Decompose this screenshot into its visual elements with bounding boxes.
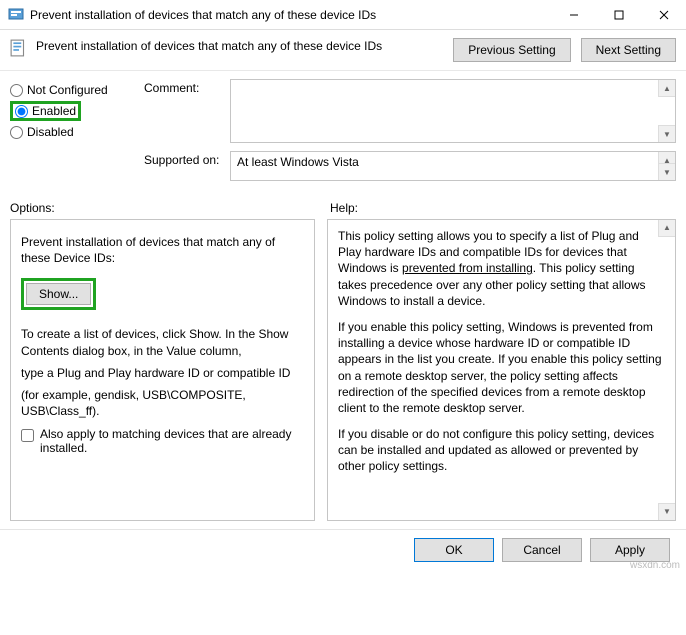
- help-paragraph-1: This policy setting allows you to specif…: [338, 228, 665, 309]
- previous-setting-button[interactable]: Previous Setting: [453, 38, 570, 62]
- options-heading: Prevent installation of devices that mat…: [21, 234, 304, 266]
- scroll-up-icon[interactable]: ▲: [658, 220, 675, 237]
- also-apply-checkbox-row[interactable]: Also apply to matching devices that are …: [21, 427, 304, 455]
- supported-on-field: At least Windows Vista ▲ ▼: [230, 151, 676, 181]
- ok-button[interactable]: OK: [414, 538, 494, 562]
- scroll-down-icon[interactable]: ▼: [658, 125, 675, 142]
- minimize-button[interactable]: [551, 0, 596, 30]
- gpo-icon: [8, 7, 24, 23]
- comment-label: Comment:: [144, 79, 230, 95]
- scroll-down-icon[interactable]: ▼: [658, 503, 675, 520]
- window-title: Prevent installation of devices that mat…: [30, 8, 551, 22]
- radio-not-configured-label: Not Configured: [27, 83, 108, 97]
- radio-enabled[interactable]: Enabled: [10, 101, 81, 121]
- dialog-footer: OK Cancel Apply: [0, 529, 686, 570]
- help-text-underline: prevented from installing: [402, 261, 533, 275]
- radio-not-configured-input[interactable]: [10, 84, 23, 97]
- radio-disabled[interactable]: Disabled: [10, 125, 128, 139]
- state-radio-group: Not Configured Enabled Disabled: [10, 79, 128, 189]
- close-button[interactable]: [641, 0, 686, 30]
- radio-disabled-input[interactable]: [10, 126, 23, 139]
- help-paragraph-2: If you enable this policy setting, Windo…: [338, 319, 665, 416]
- options-text-2: type a Plug and Play hardware ID or comp…: [21, 365, 304, 381]
- also-apply-label: Also apply to matching devices that are …: [40, 427, 304, 455]
- policy-icon: [10, 39, 28, 57]
- radio-enabled-input[interactable]: [15, 105, 28, 118]
- next-setting-button[interactable]: Next Setting: [581, 38, 676, 62]
- help-paragraph-3: If you disable or do not configure this …: [338, 426, 665, 475]
- header-title: Prevent installation of devices that mat…: [36, 38, 453, 53]
- options-label: Options:: [10, 201, 330, 215]
- also-apply-checkbox[interactable]: [21, 429, 34, 442]
- supported-on-value: At least Windows Vista: [231, 152, 675, 172]
- supported-on-label: Supported on:: [144, 151, 230, 167]
- apply-button[interactable]: Apply: [590, 538, 670, 562]
- radio-enabled-label: Enabled: [32, 104, 76, 118]
- maximize-button[interactable]: [596, 0, 641, 30]
- scroll-down-icon[interactable]: ▼: [658, 163, 675, 180]
- help-pane: This policy setting allows you to specif…: [327, 219, 676, 521]
- radio-not-configured[interactable]: Not Configured: [10, 83, 128, 97]
- comment-textarea[interactable]: ▲ ▼: [230, 79, 676, 143]
- scroll-up-icon[interactable]: ▲: [658, 80, 675, 97]
- title-bar: Prevent installation of devices that mat…: [0, 0, 686, 30]
- show-button[interactable]: Show...: [26, 283, 91, 305]
- cancel-button[interactable]: Cancel: [502, 538, 582, 562]
- options-text-1: To create a list of devices, click Show.…: [21, 326, 304, 358]
- radio-disabled-label: Disabled: [27, 125, 74, 139]
- options-pane: Prevent installation of devices that mat…: [10, 219, 315, 521]
- help-label: Help:: [330, 201, 676, 215]
- header-bar: Prevent installation of devices that mat…: [0, 30, 686, 71]
- options-text-3: (for example, gendisk, USB\COMPOSITE, US…: [21, 387, 304, 419]
